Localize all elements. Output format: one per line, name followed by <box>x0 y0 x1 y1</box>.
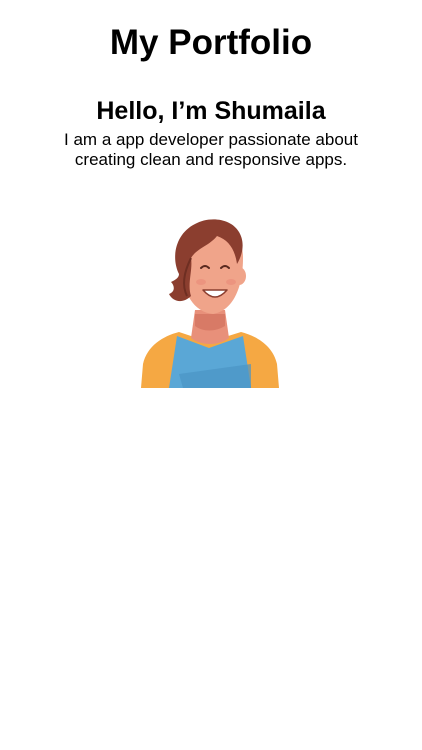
page-title: My Portfolio <box>109 23 313 62</box>
developer-avatar-icon <box>141 219 279 388</box>
avatar <box>139 214 281 388</box>
portfolio-screen: My Portfolio Hello, I’m Shumaila I am a … <box>0 0 422 750</box>
hero-intro-text: I am a app developer passionate about cr… <box>64 130 358 169</box>
hero-greeting: Hello, I’m Shumaila <box>96 97 326 125</box>
